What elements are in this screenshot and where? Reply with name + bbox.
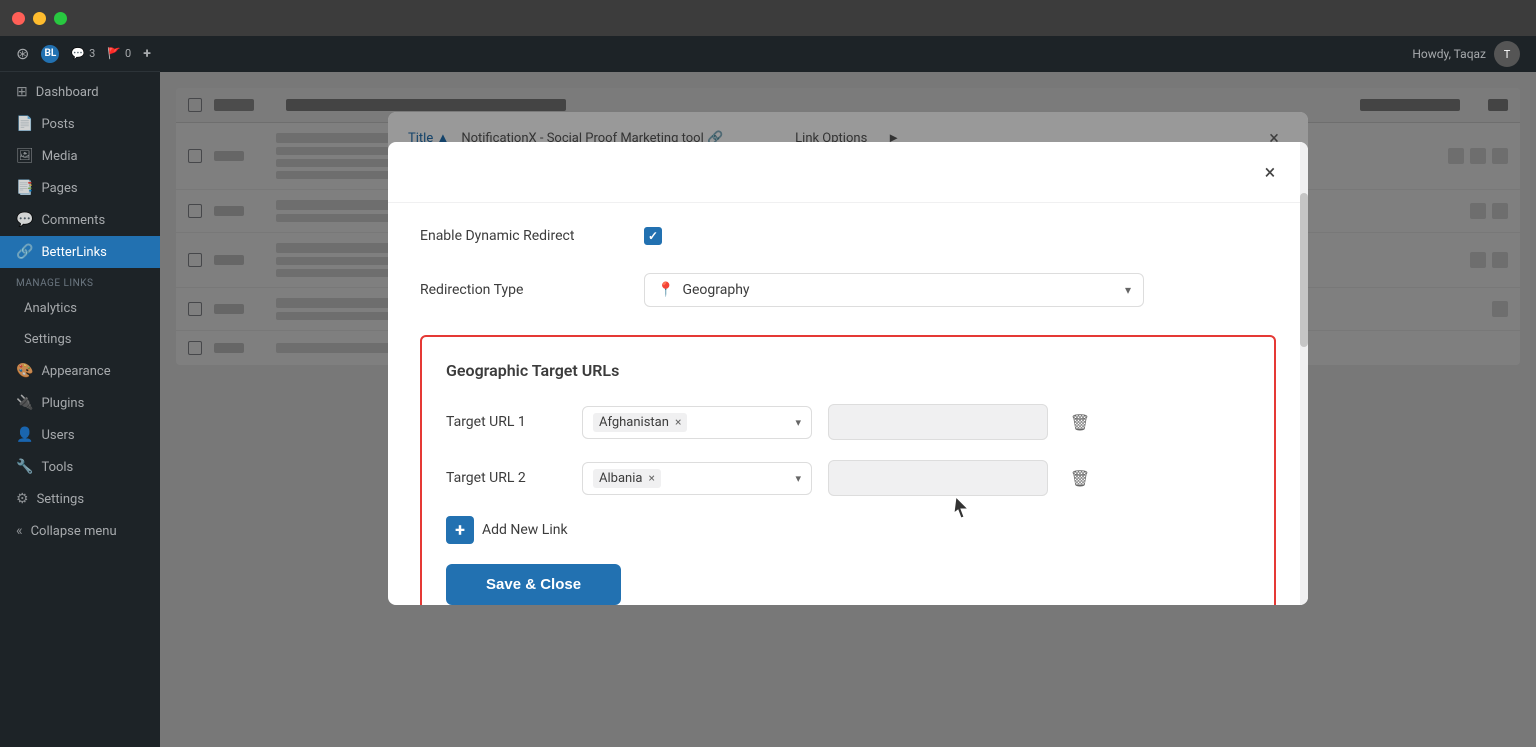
enable-dynamic-redirect-row: Enable Dynamic Redirect bbox=[420, 227, 1276, 245]
settings-icon: ⚙ bbox=[16, 491, 29, 507]
enable-dynamic-redirect-control bbox=[644, 227, 1276, 245]
sidebar-item-dashboard[interactable]: ⊞ Dashboard bbox=[0, 76, 160, 108]
redirection-type-row: Redirection Type 📍 Geography ▾ bbox=[420, 273, 1276, 307]
sidebar-item-collapse[interactable]: « Collapse menu bbox=[0, 515, 160, 547]
sidebar: ⊛ BL 💬3 🚩0 + ⊞ Dashboard 📄 Posts bbox=[0, 36, 160, 747]
howdy-text: Howdy, Taqaz bbox=[1412, 47, 1486, 61]
enable-dynamic-redirect-label: Enable Dynamic Redirect bbox=[420, 228, 620, 244]
redirection-type-value: Geography bbox=[682, 282, 749, 298]
inner-modal-header: × bbox=[388, 142, 1308, 203]
modal-overlay: Title ▲ NotificationX - Social Proof Mar… bbox=[160, 72, 1536, 747]
inner-modal-close-button[interactable]: × bbox=[1256, 158, 1284, 186]
comments-icon: 💬 bbox=[16, 212, 33, 228]
target-url-1-input[interactable] bbox=[828, 404, 1048, 440]
sidebar-item-users[interactable]: 👤 Users bbox=[0, 419, 160, 451]
target-url-2-country-select[interactable]: Albania × ▾ bbox=[582, 462, 812, 495]
plugins-icon: 🔌 bbox=[16, 395, 33, 411]
sidebar-item-analytics[interactable]: Analytics bbox=[0, 293, 160, 324]
albania-tag: Albania × bbox=[593, 469, 661, 488]
add-new-icon[interactable]: + bbox=[143, 46, 151, 62]
page-content: Title ▲ NotificationX - Social Proof Mar… bbox=[160, 72, 1536, 747]
pages-icon: 📑 bbox=[16, 180, 33, 196]
avatar: T bbox=[1494, 41, 1520, 67]
collapse-icon: « bbox=[16, 523, 23, 539]
wp-admin-bar: Howdy, Taqaz T bbox=[160, 36, 1536, 72]
target-url-1-label: Target URL 1 bbox=[446, 414, 566, 430]
target-url-2-input[interactable] bbox=[828, 460, 1048, 496]
target-url-1-delete-button[interactable]: 🗑 bbox=[1064, 406, 1096, 438]
target-url-2-row: Target URL 2 Albania × ▾ bbox=[446, 460, 1250, 496]
sidebar-item-settings-sub[interactable]: Settings bbox=[0, 324, 160, 355]
sidebar-item-comments[interactable]: 💬 Comments bbox=[0, 204, 160, 236]
sidebar-item-pages[interactable]: 📑 Pages bbox=[0, 172, 160, 204]
wp-top-bar: ⊛ BL 💬3 🚩0 + bbox=[0, 36, 160, 72]
add-new-link-row: + Add New Link bbox=[446, 516, 1250, 544]
appearance-icon: 🎨 bbox=[16, 363, 33, 379]
inner-modal-overlay: × Enable Dynamic Redirect bbox=[388, 112, 1308, 605]
country-chevron-down-icon: ▾ bbox=[795, 416, 801, 429]
tools-icon: 🔧 bbox=[16, 459, 33, 475]
posts-icon: 📄 bbox=[16, 116, 33, 132]
betterlinks-top-icon[interactable]: BL bbox=[41, 45, 59, 63]
users-icon: 👤 bbox=[16, 427, 33, 443]
add-new-link-text[interactable]: Add New Link bbox=[482, 522, 568, 538]
flags-icon[interactable]: 🚩0 bbox=[107, 47, 131, 60]
inner-modal: × Enable Dynamic Redirect bbox=[388, 142, 1308, 605]
geography-icon: 📍 bbox=[657, 282, 674, 298]
sidebar-item-appearance[interactable]: 🎨 Appearance bbox=[0, 355, 160, 387]
redirection-type-select[interactable]: 📍 Geography ▾ bbox=[644, 273, 1144, 307]
title-bar bbox=[0, 0, 1536, 36]
sidebar-menu: ⊞ Dashboard 📄 Posts 🖼 Media 📑 Pages 💬 Co… bbox=[0, 72, 160, 547]
sidebar-item-plugins[interactable]: 🔌 Plugins bbox=[0, 387, 160, 419]
sidebar-item-posts[interactable]: 📄 Posts bbox=[0, 108, 160, 140]
save-close-button[interactable]: Save & Close bbox=[446, 564, 621, 605]
minimize-traffic-light[interactable] bbox=[33, 12, 46, 25]
modal-scrollbar-thumb[interactable] bbox=[1300, 193, 1308, 347]
geo-section-title: Geographic Target URLs bbox=[446, 361, 1250, 380]
country-2-chevron-down-icon: ▾ bbox=[795, 472, 801, 485]
admin-bar-right: Howdy, Taqaz T bbox=[1412, 41, 1520, 67]
target-url-2-label: Target URL 2 bbox=[446, 470, 566, 486]
add-new-link-icon[interactable]: + bbox=[446, 516, 474, 544]
fullscreen-traffic-light[interactable] bbox=[54, 12, 67, 25]
sidebar-item-betterlinks[interactable]: 🔗 BetterLinks bbox=[0, 236, 160, 268]
sidebar-item-settings[interactable]: ⚙ Settings bbox=[0, 483, 160, 515]
betterlinks-icon: 🔗 bbox=[16, 244, 33, 260]
modal-scrollbar[interactable] bbox=[1300, 142, 1308, 605]
enable-dynamic-redirect-checkbox[interactable] bbox=[644, 227, 662, 245]
modal-body: Enable Dynamic Redirect Redirection Type bbox=[388, 203, 1308, 605]
sidebar-item-tools[interactable]: 🔧 Tools bbox=[0, 451, 160, 483]
afghanistan-label: Afghanistan bbox=[599, 415, 669, 430]
sidebar-item-media[interactable]: 🖼 Media bbox=[0, 140, 160, 172]
redirection-type-control: 📍 Geography ▾ bbox=[644, 273, 1276, 307]
albania-label: Albania bbox=[599, 471, 642, 486]
notifications-icon[interactable]: 💬3 bbox=[71, 47, 95, 60]
manage-links-section: Manage Links bbox=[0, 268, 160, 293]
chevron-down-icon: ▾ bbox=[1125, 283, 1131, 297]
target-url-2-delete-button[interactable]: 🗑 bbox=[1064, 462, 1096, 494]
target-url-1-row: Target URL 1 Afghanistan × ▾ bbox=[446, 404, 1250, 440]
geo-target-urls-section: Geographic Target URLs Target URL 1 Afgh… bbox=[420, 335, 1276, 605]
albania-remove-button[interactable]: × bbox=[648, 471, 654, 485]
dashboard-icon: ⊞ bbox=[16, 84, 28, 100]
redirection-type-label: Redirection Type bbox=[420, 282, 620, 298]
target-url-1-country-select[interactable]: Afghanistan × ▾ bbox=[582, 406, 812, 439]
outer-modal: Title ▲ NotificationX - Social Proof Mar… bbox=[388, 112, 1308, 605]
afghanistan-tag: Afghanistan × bbox=[593, 413, 687, 432]
main-content: Howdy, Taqaz T bbox=[160, 36, 1536, 747]
close-traffic-light[interactable] bbox=[12, 12, 25, 25]
afghanistan-remove-button[interactable]: × bbox=[675, 415, 681, 429]
media-icon: 🖼 bbox=[16, 148, 34, 164]
wp-logo-icon[interactable]: ⊛ bbox=[16, 44, 29, 63]
